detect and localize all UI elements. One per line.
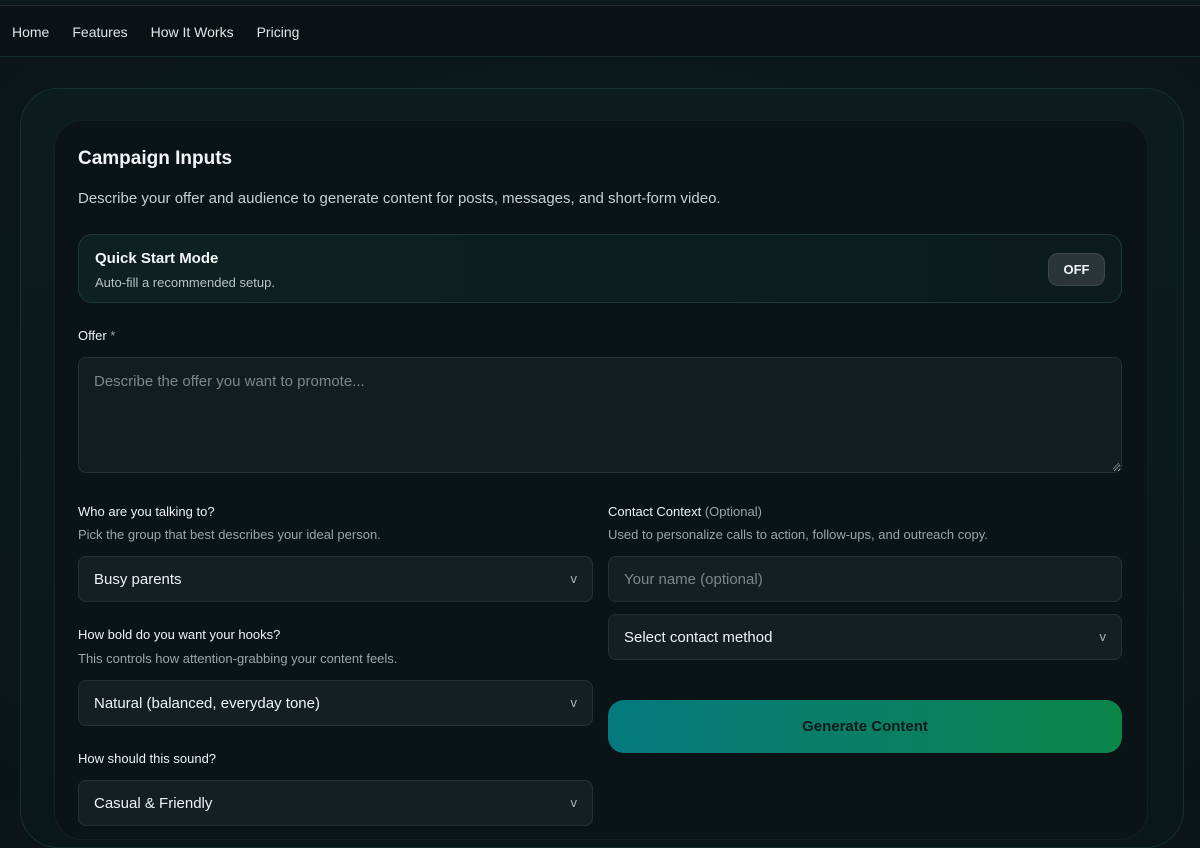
contact-label-text: Contact Context	[608, 504, 702, 519]
contact-name-input[interactable]	[608, 556, 1122, 602]
required-mark: *	[110, 328, 116, 343]
offer-label: Offer *	[78, 328, 115, 343]
chevron-down-icon: v	[1099, 629, 1107, 644]
quick-start-title: Quick Start Mode	[95, 250, 219, 267]
generate-content-button[interactable]: Generate Content	[608, 700, 1122, 753]
nav-link-how-it-works[interactable]: How It Works	[151, 24, 234, 40]
contact-label: Contact Context (Optional)	[608, 504, 762, 519]
page-subtitle: Describe your offer and audience to gene…	[78, 190, 721, 207]
hooks-select[interactable]: Natural (balanced, everyday tone) v	[78, 680, 593, 726]
contact-method-value: Select contact method	[624, 628, 773, 646]
tone-selected-value: Casual & Friendly	[94, 794, 213, 812]
audience-selected-value: Busy parents	[94, 570, 182, 588]
quick-start-description: Auto-fill a recommended setup.	[95, 275, 275, 290]
nav-link-home[interactable]: Home	[12, 24, 49, 40]
chevron-down-icon: v	[570, 795, 578, 810]
audience-label: Who are you talking to?	[78, 504, 215, 519]
offer-label-text: Offer	[78, 328, 107, 343]
top-strip	[0, 0, 1200, 6]
quick-start-panel: Quick Start Mode Auto-fill a recommended…	[78, 234, 1122, 303]
hooks-label: How bold do you want your hooks?	[78, 627, 281, 642]
offer-textarea[interactable]	[78, 357, 1122, 473]
tone-select[interactable]: Casual & Friendly v	[78, 780, 593, 826]
audience-help: Pick the group that best describes your …	[78, 527, 381, 542]
chevron-down-icon: v	[570, 695, 578, 710]
contact-help: Used to personalize calls to action, fol…	[608, 527, 988, 542]
contact-method-select[interactable]: Select contact method v	[608, 614, 1122, 660]
page-title: Campaign Inputs	[78, 148, 233, 169]
nav-link-pricing[interactable]: Pricing	[257, 24, 300, 40]
optional-mark: (Optional)	[704, 504, 762, 519]
chevron-down-icon: v	[570, 571, 578, 586]
hooks-help: This controls how attention-grabbing you…	[78, 651, 398, 666]
hooks-selected-value: Natural (balanced, everyday tone)	[94, 694, 320, 712]
tone-label: How should this sound?	[78, 751, 217, 766]
audience-select[interactable]: Busy parents v	[78, 556, 593, 602]
top-nav: Home Features How It Works Pricing	[0, 7, 1200, 57]
nav-link-features[interactable]: Features	[72, 24, 127, 40]
quick-start-toggle[interactable]: OFF	[1048, 253, 1105, 286]
